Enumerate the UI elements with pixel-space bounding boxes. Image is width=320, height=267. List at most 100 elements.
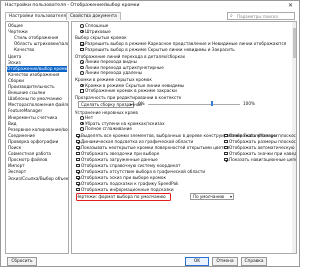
checkbox[interactable] (224, 157, 228, 162)
checkbox-option[interactable]: Отображать информационные подсказки (76, 187, 174, 193)
tree-item[interactable]: Инкременты счетчика (8, 115, 57, 121)
slider-max-label: 100% (243, 100, 255, 106)
tree-item[interactable]: Поиск (8, 145, 21, 151)
chevron-down-icon: ▾ (229, 194, 232, 200)
tree-item[interactable]: Сборки (8, 78, 24, 84)
slider-min-label: 0% (138, 100, 145, 106)
option-label: Штриховые (85, 28, 111, 34)
checkbox[interactable] (76, 139, 80, 144)
radio-button[interactable] (80, 127, 84, 131)
option-label: Отображение кромок в режиме закраски (85, 88, 177, 94)
checkbox-option[interactable]: Отображение кромок в режиме закраски (80, 88, 177, 94)
tree-item[interactable]: Проверка орфографии (8, 139, 58, 145)
checkbox[interactable] (224, 145, 228, 150)
option-label: Разрешить выбор в режиме Каркасное предс… (85, 41, 287, 46)
settings-content: Сплошные Штриховые Выбор скрытых кромок Раз… (71, 21, 297, 254)
section-label: Кромки в режиме скрытых кромок (75, 77, 152, 82)
tree-item[interactable]: Внешние ссылки (8, 90, 45, 96)
option-label: Отображать эскиз при выборе кромок (81, 174, 167, 180)
search-input[interactable]: ⌕ Параметры поиска (227, 12, 295, 20)
tab-document-properties[interactable]: Свойства документа (66, 12, 121, 20)
tree-item[interactable]: Экспорт (8, 169, 26, 175)
checkbox[interactable] (76, 175, 80, 180)
tree-item[interactable]: Импорт (8, 163, 25, 169)
checkbox[interactable] (76, 181, 80, 186)
option-label: Отображать справочную систему координат (81, 162, 181, 168)
chevron-down-icon: ▾ (129, 101, 132, 107)
checkbox[interactable] (76, 187, 80, 192)
tree-item[interactable]: Качество изображения (8, 72, 59, 78)
section-label: Выбор скрытых кромок (75, 35, 127, 41)
checkbox[interactable] (80, 42, 84, 46)
tree-item[interactable]: FeatureManager (8, 108, 42, 114)
checkbox[interactable] (80, 89, 84, 93)
tree-item[interactable]: Эскиз (8, 60, 21, 66)
option-label: Линии перехода удалены (85, 70, 142, 76)
ok-button[interactable]: OK (185, 257, 209, 266)
tree-item[interactable]: Область штриховки/заливки (14, 41, 68, 47)
radio-button[interactable] (80, 24, 84, 28)
option-label: Полное сглаживание (85, 126, 132, 132)
tree-item[interactable]: Качество (14, 47, 34, 53)
tree-item[interactable]: Общее (8, 23, 23, 29)
help-button[interactable]: Справка (241, 257, 267, 266)
tree-item[interactable]: Шаблоны по умолчанию (8, 96, 62, 102)
checkbox[interactable] (76, 157, 80, 162)
checkbox[interactable] (76, 133, 80, 138)
default-selection-dropdown[interactable]: По умолчанию ▾ (190, 193, 234, 201)
option-label: Динамическая подсветка из графической об… (81, 138, 194, 144)
radio-option[interactable]: Линии перехода удалены (80, 70, 142, 76)
option-label: Линии перехода штрихпунктирные (85, 64, 164, 70)
radio-option[interactable]: Полное сглаживание (80, 126, 132, 132)
option-label: Отображать загруженные данные (81, 156, 158, 162)
radio-button[interactable] (80, 116, 84, 120)
tab-user-settings[interactable]: Настройки пользователя (5, 12, 70, 20)
tree-item[interactable]: Отображение/выбор кромки (7, 65, 68, 72)
checkbox-option[interactable]: Показать навигационные цепочки на выбран… (224, 157, 296, 163)
option-label: Отображать размеры плоскостью на эскизе (229, 132, 296, 138)
tree-item[interactable]: Просмотр файлов (8, 157, 47, 163)
settings-window: Настройки пользователя - Отображение/выб… (0, 0, 300, 267)
radio-button[interactable] (80, 65, 84, 70)
radio-button[interactable] (80, 71, 84, 75)
tree-item[interactable]: Месторасположения файлов (8, 102, 68, 108)
tree-item[interactable]: Цвета (8, 54, 21, 60)
close-icon[interactable]: ✕ (288, 2, 293, 9)
option-label: Отображать звездочки при выборе (81, 150, 160, 156)
cancel-button[interactable]: Отмена (212, 257, 238, 266)
checkbox-option[interactable]: Разрешить выбор в режиме Скрытые линии н… (80, 47, 235, 53)
tree-item[interactable]: Вид (8, 121, 17, 127)
radio-button[interactable] (80, 29, 84, 34)
checkbox[interactable] (76, 151, 80, 156)
option-label: Отображать автоматическую фильтрацию (229, 144, 296, 150)
tree-item[interactable]: Стиль отображения (14, 35, 58, 41)
checkbox[interactable] (224, 133, 228, 138)
option-label: Отображать размеры плоскостью при выборе (229, 138, 296, 144)
tree-item[interactable]: Чертежи (8, 29, 28, 35)
search-icon: ⌕ (230, 13, 233, 19)
tree-item[interactable]: Совместная работа (8, 151, 51, 157)
search-placeholder: Параметры поиска (237, 14, 278, 19)
checkbox[interactable] (76, 163, 80, 168)
tree-item[interactable]: Соединение (8, 133, 35, 139)
radio-button[interactable] (80, 60, 84, 64)
checkbox[interactable] (224, 151, 228, 156)
radio-button[interactable] (80, 83, 84, 88)
tree-item[interactable]: Резервное копирование/восстановление (8, 127, 68, 133)
checkbox[interactable] (224, 139, 228, 144)
slider-thumb[interactable] (211, 101, 213, 107)
option-label: Отображать отсутствие выбора в графическ… (81, 168, 206, 174)
option-label: Убрать ступени на кромках/эскизах (85, 120, 165, 126)
checkbox[interactable] (76, 169, 80, 174)
checkbox[interactable] (80, 47, 84, 52)
option-label: Сплошные (85, 23, 109, 28)
radio-button[interactable] (80, 121, 84, 126)
radio-option[interactable]: Штриховые (80, 29, 111, 35)
transparency-slider[interactable] (148, 101, 240, 108)
checkbox[interactable] (76, 145, 80, 150)
tree-item[interactable]: Производительность (8, 84, 55, 90)
reset-button[interactable]: Сбросить (7, 257, 37, 266)
settings-tree[interactable]: Общее Чертежи Стиль отображения Область штр… (5, 21, 69, 254)
tree-item[interactable]: Эскиз/Ссылка/Выбор объекта (8, 176, 68, 182)
transparency-dropdown[interactable]: Сделать сборку прозрачной ▾ (78, 100, 142, 108)
